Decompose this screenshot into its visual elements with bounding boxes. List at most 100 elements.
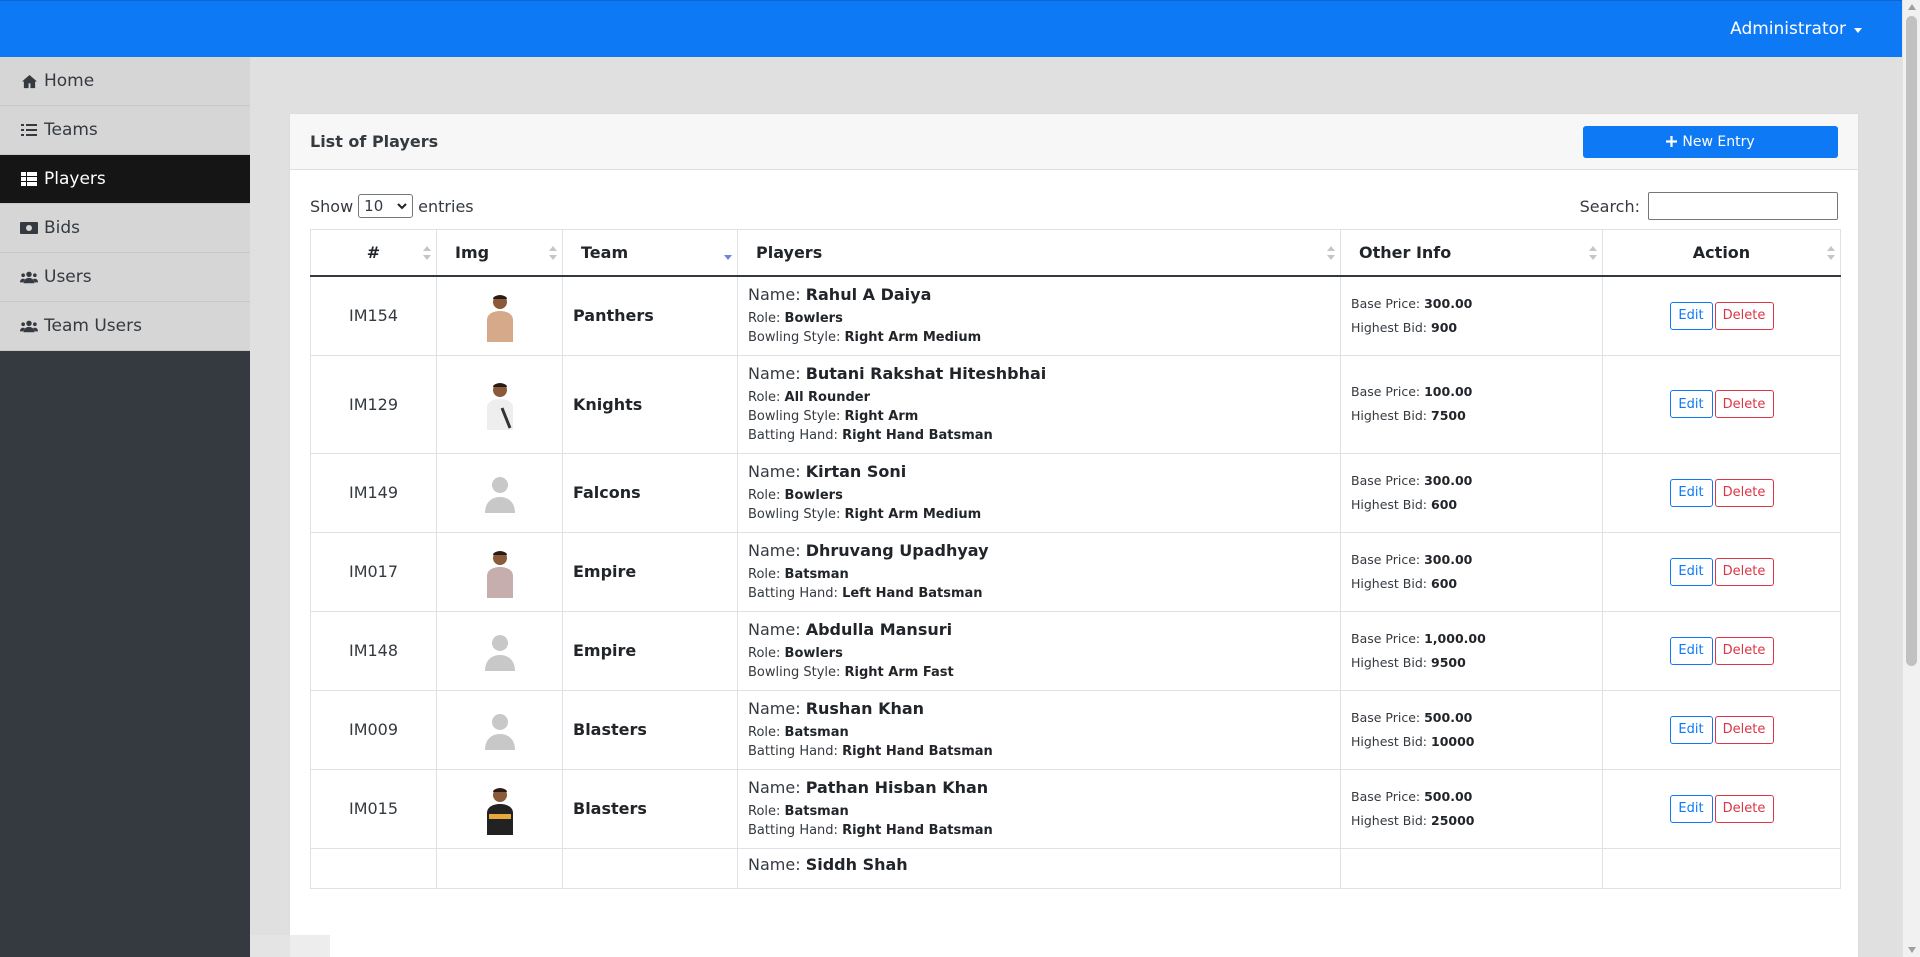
base-price-line: Base Price: 300.00 [1351, 469, 1592, 493]
player-id: IM017 [310, 531, 437, 612]
column-header-players[interactable]: Players [737, 229, 1341, 277]
player-role: All Rounder [784, 389, 871, 405]
edit-button[interactable]: Edit [1669, 301, 1713, 330]
table-row: IM149 Falcons Name: Kirtan Soni Role: Bowle… [310, 452, 1841, 533]
base-price-label: Base Price: [1351, 630, 1421, 646]
base-price-label: Base Price: [1351, 709, 1421, 725]
plus-icon [1666, 136, 1678, 147]
base-price-line: Base Price: 300.00 [1351, 292, 1592, 316]
page-size-control: Show 10 entries [310, 194, 474, 218]
role-label: Role: [748, 645, 781, 661]
sidebar-item-teams[interactable]: Teams [0, 106, 250, 155]
name-label: Name: [748, 698, 801, 718]
player-role: Bowlers [784, 487, 843, 503]
table-row: IM154 Panthers Name: Rahul A Daiya Role: Bo… [310, 275, 1841, 356]
player-team [562, 847, 738, 889]
other-info [1340, 847, 1603, 889]
attribute-value: Right Arm Fast [844, 664, 954, 680]
sidebar-item-home[interactable]: Home [0, 57, 250, 106]
delete-button[interactable]: Delete [1714, 636, 1774, 665]
edit-button[interactable]: Edit [1669, 794, 1713, 823]
user-menu-label[interactable]: Administrator [1730, 19, 1846, 39]
sidebar-item-label: Home [44, 71, 95, 91]
player-name: Rahul A Daiya [805, 284, 932, 304]
table-row: IM009 Blasters Name: Rushan Khan Role: Bats… [310, 689, 1841, 770]
row-actions: Edit Delete [1602, 531, 1841, 612]
players-card: List of Players New Entry Show 10 entrie… [289, 113, 1859, 957]
player-id-text: IM148 [348, 641, 399, 660]
scroll-down-arrow-icon[interactable] [1908, 947, 1916, 953]
edit-button[interactable]: Edit [1669, 715, 1713, 744]
player-details: Name: Abdulla Mansuri Role: Bowlers Bowlin… [737, 610, 1341, 691]
base-price-value: 500.00 [1424, 709, 1473, 725]
highest-bid-label: Highest Bid: [1351, 575, 1428, 591]
player-role-line: Role: Batsman [748, 802, 1330, 821]
highest-bid-value: 600 [1431, 496, 1458, 512]
player-id: IM009 [310, 689, 437, 770]
edit-button[interactable]: Edit [1669, 557, 1713, 586]
player-id-text: IM129 [348, 394, 399, 414]
scroll-thumb[interactable] [1906, 16, 1917, 666]
column-header-action[interactable]: Action [1602, 229, 1841, 277]
player-id: IM149 [310, 452, 437, 533]
highest-bid-label: Highest Bid: [1351, 812, 1428, 828]
sidebar-item-team-users[interactable]: Team Users [0, 302, 250, 351]
column-header-team[interactable]: Team [562, 229, 738, 277]
table-icon [20, 171, 38, 187]
delete-button[interactable]: Delete [1714, 794, 1774, 823]
player-name-line: Name: Pathan Hisban Khan [748, 778, 1330, 797]
sidebar-nav: Home Teams Players Bids Users Team Users [0, 57, 250, 351]
player-id: IM154 [310, 275, 437, 356]
player-name-line: Name: Butani Rakshat Hiteshbhai [748, 364, 1330, 383]
delete-button[interactable]: Delete [1714, 390, 1774, 418]
sort-icon [1827, 246, 1835, 260]
page-scrollbar[interactable] [1902, 0, 1920, 957]
search-input[interactable] [1648, 192, 1838, 220]
table-row: IM148 Empire Name: Abdulla Mansuri Role: Bo… [310, 610, 1841, 691]
sidebar-item-bids[interactable]: Bids [0, 204, 250, 253]
column-header-other-info[interactable]: Other Info [1340, 229, 1603, 277]
base-price-value: 1,000.00 [1424, 630, 1486, 646]
sidebar-item-users[interactable]: Users [0, 253, 250, 302]
attribute-label: Bowling Style: [748, 329, 841, 345]
base-price-line: Base Price: 1,000.00 [1351, 627, 1592, 651]
name-label: Name: [748, 284, 801, 304]
player-image [436, 689, 563, 770]
player-id-text: IM017 [348, 562, 399, 581]
role-label: Role: [748, 803, 781, 819]
base-price-value: 100.00 [1424, 384, 1473, 399]
scroll-up-arrow-icon[interactable] [1908, 4, 1916, 10]
delete-button[interactable]: Delete [1714, 301, 1774, 330]
other-info: Base Price: 500.00 Highest Bid: 10000 [1340, 689, 1603, 770]
money-icon [20, 220, 38, 236]
delete-button[interactable]: Delete [1714, 715, 1774, 744]
player-name: Kirtan Soni [805, 461, 907, 481]
base-price-label: Base Price: [1351, 295, 1421, 311]
player-id: IM015 [310, 768, 437, 849]
delete-button[interactable]: Delete [1714, 478, 1774, 507]
player-id-text: IM154 [348, 306, 399, 325]
edit-button[interactable]: Edit [1669, 390, 1713, 418]
player-name: Siddh Shah [805, 854, 908, 874]
sidebar-item-label: Players [44, 169, 106, 189]
column-header-img[interactable]: Img [436, 229, 563, 277]
highest-bid-value: 9500 [1431, 654, 1466, 670]
column-header-label: Other Info [1359, 242, 1452, 262]
sort-icon [1589, 246, 1597, 260]
sidebar-item-players[interactable]: Players [0, 155, 250, 204]
player-details: Name: Pathan Hisban Khan Role: Batsman Bat… [737, 768, 1341, 849]
delete-button[interactable]: Delete [1714, 557, 1774, 586]
user-menu-dropdown[interactable]: Administrator [1730, 19, 1862, 39]
attribute-label: Bowling Style: [748, 664, 841, 680]
base-price-line: Base Price: 300.00 [1351, 548, 1592, 572]
new-entry-button[interactable]: New Entry [1583, 125, 1838, 158]
page-size-select[interactable]: 10 [358, 194, 414, 218]
player-team: Blasters [562, 768, 738, 849]
player-name-line: Name: Rahul A Daiya [748, 285, 1330, 304]
edit-button[interactable]: Edit [1669, 478, 1713, 507]
team-name: Empire [573, 562, 637, 581]
column-header-id[interactable]: # [310, 229, 437, 277]
sort-icon [724, 246, 732, 260]
edit-button[interactable]: Edit [1669, 636, 1713, 665]
column-header-label: Players [756, 242, 823, 262]
